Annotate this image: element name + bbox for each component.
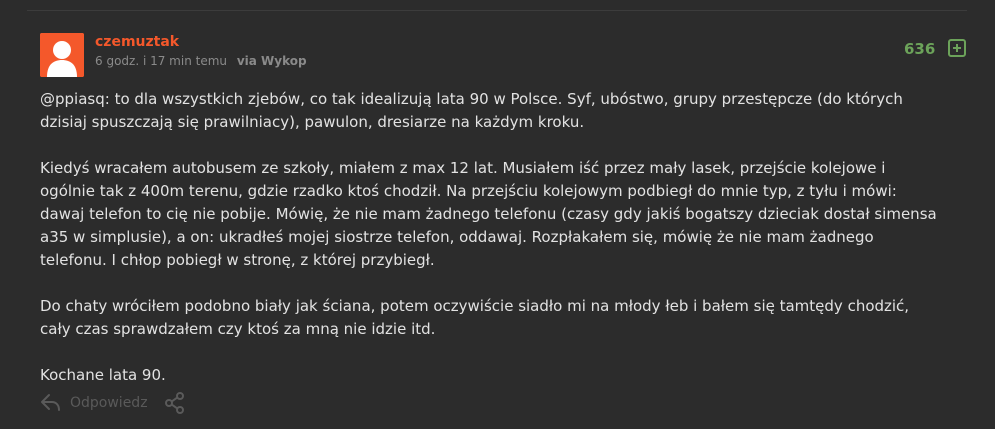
vote-count: 636 [904, 40, 936, 58]
paragraph: Do chaty wróciłem podobno biały jak ścia… [40, 297, 910, 338]
divider [27, 10, 967, 11]
reply-button[interactable]: Odpowiedz [40, 392, 148, 414]
timestamp: 6 godz. i 17 min temu [95, 54, 228, 68]
plus-icon[interactable] [948, 39, 966, 57]
post-meta: 6 godz. i 17 min temu via Wykop [95, 54, 307, 68]
share-button[interactable] [164, 392, 186, 414]
reply-arrow-icon [41, 394, 60, 411]
author-name[interactable]: czemuztak [95, 34, 179, 50]
avatar[interactable] [40, 33, 84, 77]
via-source: via Wykop [236, 54, 307, 68]
share-icon [165, 392, 184, 414]
paragraph: @ppiasq: to dla wszystkich zjebów, co ta… [40, 88, 940, 134]
paragraph: Kiedyś wracałem autobusem ze szkoły, mia… [40, 159, 937, 269]
reply-label: Odpowiedz [70, 395, 148, 411]
paragraph: Kochane lata 90. [40, 366, 166, 384]
default-user-avatar-icon [40, 33, 84, 77]
post-body: @ppiasq: to dla wszystkich zjebów, co ta… [40, 88, 940, 410]
paragraph-text: : to dla wszystkich zjebów, co tak ideal… [40, 90, 903, 131]
entry-container: czemuztak 6 godz. i 17 min temu via Wyko… [0, 0, 995, 429]
mention-link[interactable]: @ppiasq [40, 90, 105, 108]
